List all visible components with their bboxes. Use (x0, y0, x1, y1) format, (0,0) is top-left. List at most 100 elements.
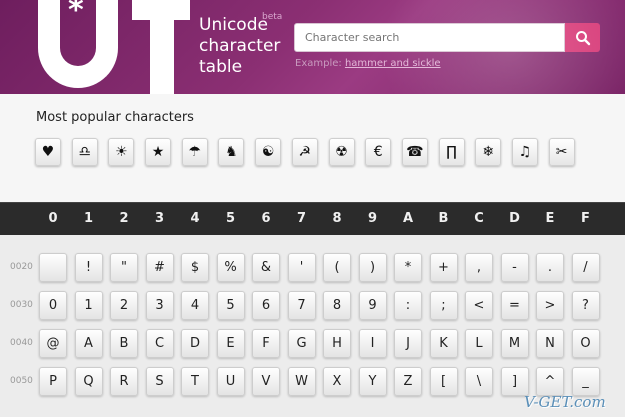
char-cell[interactable]: [ (429, 367, 458, 396)
popular-char-button[interactable]: ☢ (328, 138, 355, 166)
char-cell[interactable]: C (145, 329, 174, 358)
char-cell[interactable]: = (500, 291, 529, 320)
char-cell[interactable]: % (216, 253, 245, 282)
logo-asterisk: * (68, 0, 84, 28)
char-cell[interactable]: 8 (323, 291, 351, 320)
char-cell[interactable]: Y (358, 367, 387, 396)
char-cell[interactable]: I (358, 329, 387, 358)
char-cell[interactable]: W (287, 367, 316, 396)
watermark: V-GET.com (524, 393, 606, 411)
popular-char-button[interactable]: ☭ (291, 138, 318, 166)
row-code-label: 0030 (10, 300, 33, 310)
char-cell[interactable]: V (252, 367, 280, 396)
char-cell[interactable]: B (110, 329, 138, 358)
char-cell[interactable]: @ (39, 329, 67, 358)
character-grid: 0020! " # $% & '() * +, -./ 0030 0 1 2 3 4 5 6 7 8 9:; < = >? 0… (0, 235, 625, 417)
popular-char-button[interactable]: ☯ (255, 138, 282, 166)
char-cell[interactable]: 1 (74, 291, 103, 320)
char-cell[interactable]: 2 (110, 291, 138, 320)
popular-char-button[interactable]: ♥ (35, 138, 61, 166)
char-cell[interactable]: ? (571, 291, 600, 320)
row-code-label: 0050 (10, 376, 33, 386)
char-cell[interactable]: / (571, 253, 600, 282)
char-cell[interactable]: 7 (287, 291, 316, 320)
char-cell[interactable]: Z (394, 367, 422, 396)
popular-char-button[interactable]: ★ (145, 138, 172, 166)
hex-column-label: 6 (261, 211, 271, 226)
char-cell[interactable]: ( (323, 253, 351, 282)
popular-char-button[interactable]: ☎ (401, 138, 428, 166)
char-cell[interactable]: N (536, 329, 564, 358)
char-cell[interactable]: J (394, 329, 422, 358)
char-cell[interactable]: \ (465, 367, 493, 396)
char-cell[interactable]: U (216, 367, 245, 396)
char-cell[interactable]: ! (74, 253, 103, 282)
popular-char-button[interactable]: ∏ (438, 138, 465, 166)
char-cell[interactable]: + (429, 253, 458, 282)
popular-char-button[interactable]: ♫ (511, 138, 538, 166)
char-cell[interactable]: O (571, 329, 600, 358)
char-cell[interactable]: K (429, 329, 458, 358)
hex-column-header: 0 1 2 3 4 5 6 7 8 9 A B C D E F (0, 202, 625, 235)
char-cell[interactable]: X (323, 367, 351, 396)
char-cell[interactable]: - (500, 253, 529, 282)
example-prefix: Example: (295, 58, 342, 69)
char-cell[interactable]: > (536, 291, 564, 320)
popular-characters-row: ♥ ♎ ☀ ★ ☂ ♞ ☯ ☭ ☢ € ☎ ∏ ❄ ♫ ✂ (35, 138, 575, 166)
popular-char-button[interactable]: ☂ (181, 138, 208, 166)
char-cell[interactable]: A (74, 329, 103, 358)
char-cell[interactable]: ) (358, 253, 387, 282)
search-input[interactable] (294, 23, 565, 52)
popular-title: Most popular characters (36, 110, 194, 125)
site-title[interactable]: Unicode character table (199, 15, 289, 78)
char-cell[interactable]: ] (500, 367, 529, 396)
char-cell[interactable]: 4 (181, 291, 209, 320)
char-cell[interactable]: E (216, 329, 245, 358)
row-code-label: 0040 (10, 338, 33, 348)
char-cell[interactable]: G (287, 329, 316, 358)
char-cell[interactable]: & (252, 253, 280, 282)
popular-char-button[interactable]: ♞ (218, 138, 245, 166)
popular-char-button[interactable]: ❄ (475, 138, 502, 166)
char-cell[interactable]: M (500, 329, 529, 358)
example-link[interactable]: hammer and sickle (345, 58, 441, 69)
char-cell[interactable]: D (181, 329, 209, 358)
char-cell[interactable]: ; (429, 291, 458, 320)
char-cell[interactable]: R (110, 367, 138, 396)
char-cell[interactable]: " (110, 253, 138, 282)
char-cell[interactable]: 6 (252, 291, 280, 320)
logo-t-stem (150, 0, 174, 94)
char-cell[interactable]: 3 (145, 291, 174, 320)
char-cell[interactable]: 5 (216, 291, 245, 320)
char-cell[interactable]: S (145, 367, 174, 396)
popular-char-button[interactable]: € (365, 138, 392, 166)
search-button[interactable] (565, 23, 600, 52)
char-cell[interactable]: # (145, 253, 174, 282)
char-cell[interactable]: H (323, 329, 351, 358)
char-cell[interactable]: < (465, 291, 493, 320)
char-cell[interactable]: ^ (536, 367, 564, 396)
char-cell[interactable]: $ (181, 253, 209, 282)
hex-column-label: 0 (48, 211, 58, 226)
char-cell[interactable]: L (465, 329, 493, 358)
beta-badge: beta (262, 12, 283, 22)
char-cell[interactable]: * (394, 253, 422, 282)
hex-column-label: C (474, 211, 484, 226)
title-line-3: table (199, 57, 243, 77)
hex-column-label: 2 (119, 211, 129, 226)
char-cell[interactable]: P (39, 367, 67, 396)
char-cell[interactable]: 9 (358, 291, 387, 320)
char-cell[interactable]: T (181, 367, 209, 396)
char-cell[interactable]: F (252, 329, 280, 358)
char-cell[interactable]: , (465, 253, 493, 282)
popular-char-button[interactable]: ✂ (548, 138, 575, 166)
char-cell[interactable]: ' (287, 253, 316, 282)
char-cell[interactable]: Q (74, 367, 103, 396)
char-cell[interactable]: 0 (39, 291, 67, 320)
char-cell[interactable] (39, 253, 67, 282)
popular-char-button[interactable]: ♎ (71, 138, 98, 166)
popular-char-button[interactable]: ☀ (108, 138, 135, 166)
char-cell[interactable]: : (394, 291, 422, 320)
char-cell[interactable]: _ (571, 367, 600, 396)
char-cell[interactable]: . (536, 253, 564, 282)
